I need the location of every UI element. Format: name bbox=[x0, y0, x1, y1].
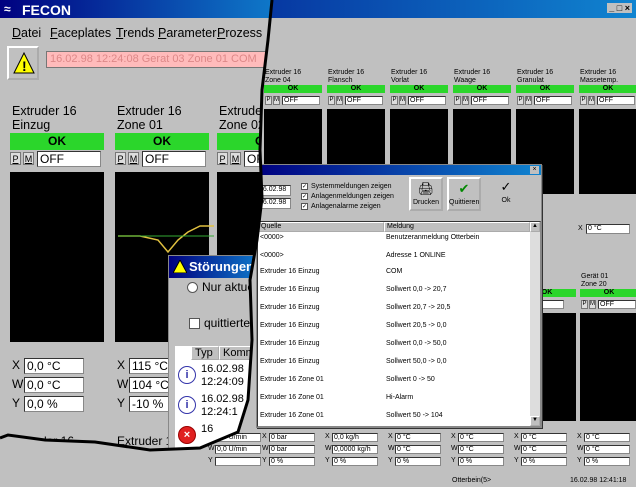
print-button[interactable]: 🖨 Drucken bbox=[409, 177, 443, 211]
meldungen-dialog: × 16.02.98 16.02.98 ✓ Systemmeldungen zei… bbox=[256, 164, 542, 428]
w-value-0: W 0,0 U/min bbox=[208, 445, 268, 455]
y-value-0: Y bbox=[208, 457, 268, 467]
x-value-5: X0 °C bbox=[514, 433, 574, 443]
y-value-1: Y0 % bbox=[262, 457, 322, 467]
mode-field[interactable]: OFF bbox=[282, 96, 320, 105]
y-value-3: Y0 % bbox=[388, 457, 448, 467]
y-value-2: Y0 % bbox=[325, 457, 385, 467]
status-ok: OK bbox=[453, 85, 511, 93]
m-button[interactable]: M bbox=[273, 96, 280, 105]
table-row[interactable]: Extruder 16 Einzug Sollwert 0,0 -> 50,0 bbox=[258, 340, 530, 350]
check-icon: ✔ bbox=[458, 181, 470, 196]
dialog-close-button[interactable]: × bbox=[530, 166, 539, 174]
y-value-6: Y0 % bbox=[577, 457, 636, 467]
m-button[interactable]: M bbox=[525, 96, 532, 105]
mode-field[interactable]: OFF bbox=[345, 96, 383, 105]
column-message[interactable]: Meldung bbox=[384, 222, 530, 232]
status-ok: OK bbox=[264, 85, 322, 93]
info-icon: i bbox=[178, 396, 196, 414]
table-row[interactable]: Extruder 16 Einzug Sollwert 20,7 -> 20,5 bbox=[258, 304, 530, 314]
table-row[interactable]: Extruder 16 Einzug COM bbox=[258, 268, 530, 278]
acknowledge-button[interactable]: ✔ Quittieren bbox=[447, 177, 481, 211]
p-button[interactable]: P bbox=[391, 96, 398, 105]
column-typ[interactable]: Typ bbox=[191, 346, 219, 360]
status-user: Otterbein(5> bbox=[452, 477, 492, 484]
table-row[interactable]: <0000> Adresse 1 ONLINE bbox=[258, 252, 530, 262]
message-table: Quelle Meldung <0000> Benutzeranmeldung O… bbox=[257, 221, 541, 427]
info-icon: i bbox=[178, 366, 196, 384]
y-value-4: Y0 % bbox=[451, 457, 511, 467]
status-ok: OK bbox=[579, 85, 636, 93]
p-button[interactable]: P bbox=[517, 96, 524, 105]
status-ok: OK bbox=[390, 85, 448, 93]
table-row[interactable]: Extruder 16 Zone 01 Hi-Alarm bbox=[258, 394, 530, 404]
status-bar: Otterbein(5> 16.02.98 12:41:18 bbox=[0, 476, 636, 487]
p-button[interactable]: P bbox=[328, 96, 335, 105]
status-ok: OK bbox=[327, 85, 385, 93]
ok-check-icon: ✓ bbox=[500, 179, 512, 194]
right-x-value: X 0 °C bbox=[578, 224, 634, 235]
date-to-field[interactable]: 16.02.98 bbox=[257, 198, 291, 209]
x-value-6: X0 °C bbox=[577, 433, 636, 443]
table-row[interactable]: Extruder 16 Einzug Sollwert 20,5 -> 0,0 bbox=[258, 322, 530, 332]
m-button[interactable]: M bbox=[399, 96, 406, 105]
table-row[interactable]: Extruder 16 Zone 01 Sollwert 50 -> 104 bbox=[258, 412, 530, 422]
mode-field[interactable]: OFF bbox=[597, 96, 635, 105]
w-value-4: W0 °C bbox=[451, 445, 511, 455]
error-icon: × bbox=[178, 426, 196, 444]
p-button[interactable]: P bbox=[580, 96, 587, 105]
m-button[interactable]: M bbox=[462, 96, 469, 105]
date-from-field[interactable]: 16.02.98 bbox=[257, 185, 291, 196]
x-value-3: X0 °C bbox=[388, 433, 448, 443]
ok-button[interactable]: ✓ Ok bbox=[489, 177, 523, 211]
window-controls[interactable]: _ □ × bbox=[607, 3, 632, 13]
status-ok: OK bbox=[580, 289, 636, 297]
check-anlagen-alarme[interactable]: ✓ Anlagenalarme zeigen bbox=[301, 203, 381, 210]
trend-display bbox=[579, 109, 636, 194]
x-value-1: X0 bar bbox=[262, 433, 322, 443]
p-button[interactable]: P bbox=[454, 96, 461, 105]
x-value-4: X0 °C bbox=[451, 433, 511, 443]
panel-geraet-01[interactable]: Gerät 01 Zone 20 OK PM OFF bbox=[580, 270, 636, 421]
table-row[interactable]: Extruder 16 Einzug Sollwert 50,0 -> 0,0 bbox=[258, 358, 530, 368]
w-value-2: W 0,0000 kg/h bbox=[325, 445, 385, 455]
p-button[interactable]: P bbox=[265, 96, 272, 105]
small-faceplate-5[interactable]: Extruder 16 Massetemp. OK P M OFF bbox=[579, 66, 636, 196]
w-value-5: W0 °C bbox=[514, 445, 574, 455]
column-source[interactable]: Quelle bbox=[258, 222, 384, 232]
scrollbar[interactable]: ▲ ▼ bbox=[530, 222, 540, 426]
mode-field[interactable]: OFF bbox=[408, 96, 446, 105]
w-value-6: W0 °C bbox=[577, 445, 636, 455]
w-value-3: W0 °C bbox=[388, 445, 448, 455]
mode-field[interactable]: OFF bbox=[534, 96, 572, 105]
table-row[interactable]: Extruder 16 Zone 01 Sollwert 0 -> 50 bbox=[258, 376, 530, 386]
check-system[interactable]: ✓ Systemmeldungen zeigen bbox=[301, 183, 392, 190]
printer-icon: 🖨 bbox=[417, 181, 435, 196]
table-row[interactable]: <0000> Benutzeranmeldung Otterbein bbox=[258, 234, 530, 244]
m-button[interactable]: M bbox=[336, 96, 343, 105]
status-datetime: 16.02.98 12:41:18 bbox=[570, 477, 627, 484]
check-anlagen-meldungen[interactable]: ✓ Anlagenmeldungen zeigen bbox=[301, 193, 394, 200]
x-value-2: X 0,0 kg/h bbox=[325, 433, 385, 443]
warning-icon bbox=[173, 260, 187, 273]
mode-field[interactable]: OFF bbox=[471, 96, 509, 105]
y-value-5: Y0 % bbox=[514, 457, 574, 467]
w-value-1: W0 bar bbox=[262, 445, 322, 455]
status-ok: OK bbox=[516, 85, 574, 93]
table-row[interactable]: Extruder 16 Einzug Sollwert 0,0 -> 20,7 bbox=[258, 286, 530, 296]
m-button[interactable]: M bbox=[588, 96, 595, 105]
